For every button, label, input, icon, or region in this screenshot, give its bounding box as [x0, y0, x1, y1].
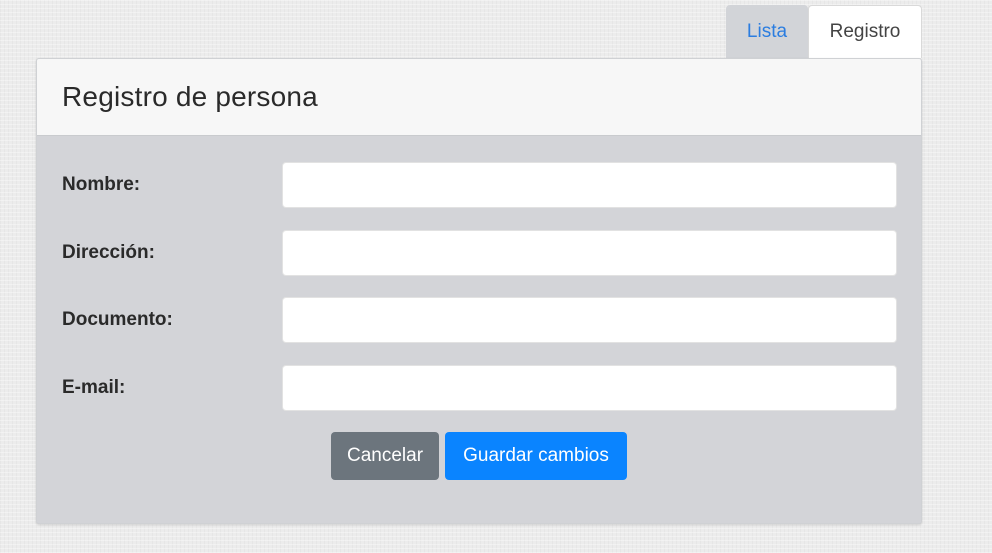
form-row-direccion: Dirección: — [62, 230, 897, 276]
tab-registro[interactable]: Registro — [808, 5, 922, 58]
save-button[interactable]: Guardar cambios — [445, 432, 627, 480]
documento-label: Documento: — [62, 309, 173, 330]
form-actions: Cancelar Guardar cambios — [331, 432, 627, 480]
email-input[interactable] — [282, 365, 897, 411]
form-row-nombre: Nombre: — [62, 162, 897, 208]
tab-bar: Lista Registro — [726, 5, 922, 58]
form-row-documento: Documento: — [62, 297, 897, 343]
form-row-email: E-mail: — [62, 365, 897, 411]
direccion-input[interactable] — [282, 230, 897, 276]
documento-input[interactable] — [282, 297, 897, 343]
card-body: Nombre: Dirección: Documento: E-mail: Ca… — [37, 136, 921, 523]
nombre-input[interactable] — [282, 162, 897, 208]
tab-lista[interactable]: Lista — [726, 5, 808, 58]
page-title: Registro de persona — [62, 81, 318, 112]
direccion-label: Dirección: — [62, 242, 155, 263]
email-label: E-mail: — [62, 377, 126, 398]
card-header: Registro de persona — [37, 59, 921, 136]
cancel-button[interactable]: Cancelar — [331, 432, 439, 480]
registration-card: Registro de persona Nombre: Dirección: D… — [36, 58, 922, 524]
nombre-label: Nombre: — [62, 174, 141, 195]
